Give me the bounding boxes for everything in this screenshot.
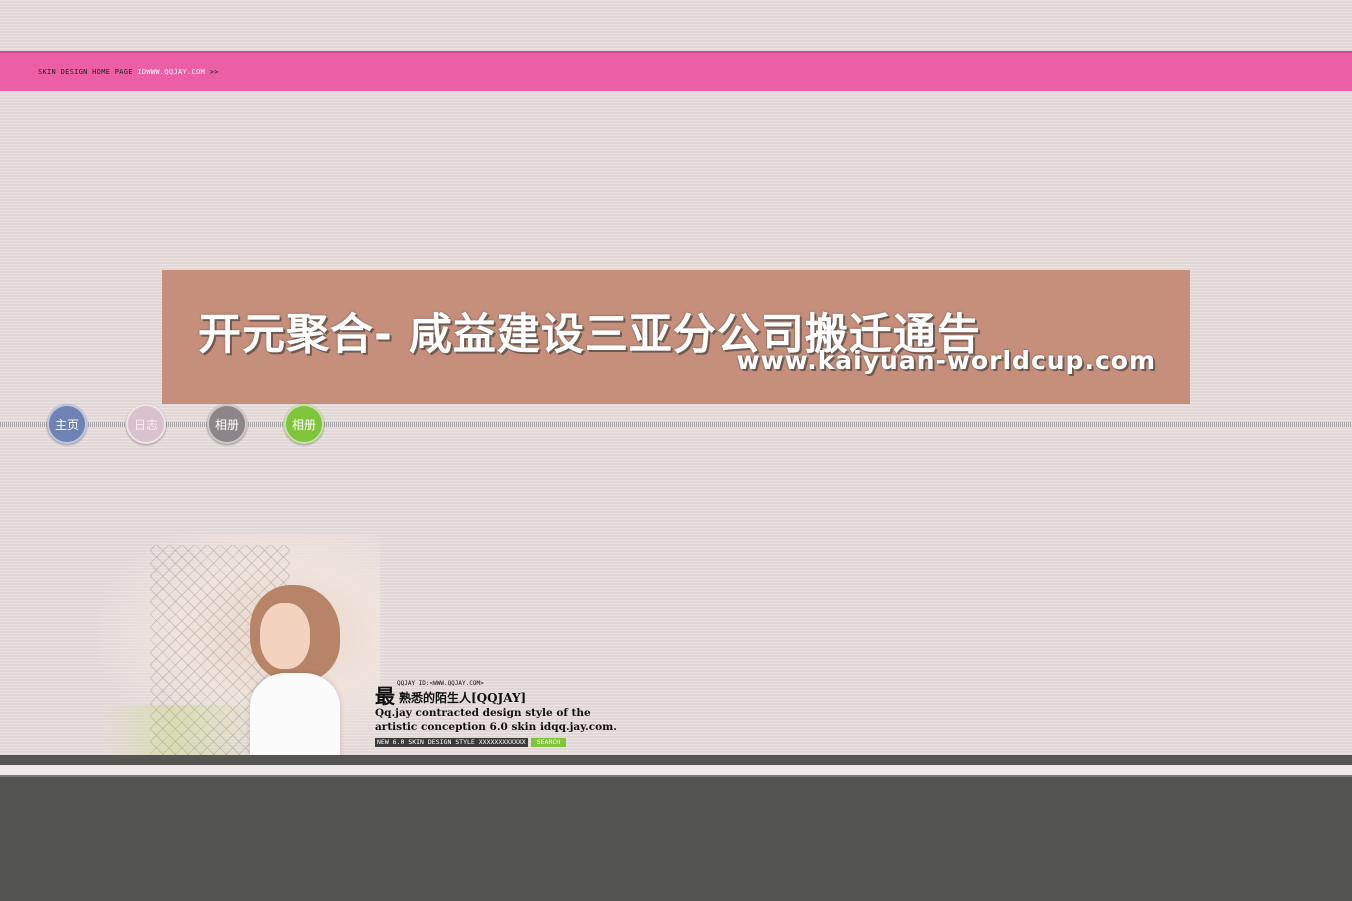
announcement-banner[interactable]: 开元聚合- 咸益建设三亚分公司搬迁通告 www.kaiyuan-worldcup… bbox=[162, 270, 1190, 404]
site-link[interactable]: IDWWW.QQJAY.COM bbox=[137, 68, 205, 76]
nav-home-button[interactable]: 主页 bbox=[47, 404, 87, 444]
signature-bar: NEW 6.0 SKIN DESIGN STYLE xxxxxxxxxxxx S… bbox=[375, 738, 567, 747]
signature-name: 熟悉的陌生人[QQJAY] bbox=[399, 691, 527, 705]
nav-blog-button[interactable]: 日志 bbox=[126, 404, 166, 444]
signature-block: 最QQJAY ID:<WWW.QQJAY.COM> 熟悉的陌生人[QQJAY] … bbox=[375, 680, 635, 747]
footer-top-strip bbox=[0, 755, 1352, 765]
photo-face bbox=[260, 603, 310, 669]
signature-big-char: 最 bbox=[375, 684, 395, 708]
footer bbox=[0, 775, 1352, 901]
signature-description: Qq.jay contracted design style of the ar… bbox=[375, 707, 617, 733]
skin-design-label: SKIN DESIGN HOME PAGE bbox=[38, 68, 133, 76]
search-button[interactable]: SEARCH bbox=[530, 738, 567, 747]
nav-album-button-2[interactable]: 相册 bbox=[284, 404, 324, 444]
skin-style-label: NEW 6.0 SKIN DESIGN STYLE xxxxxxxxxxxx bbox=[375, 738, 528, 747]
top-breadcrumb: SKIN DESIGN HOME PAGE IDWWW.QQJAY.COM >> bbox=[38, 68, 219, 76]
signature-id: QQJAY ID:<WWW.QQJAY.COM> bbox=[397, 680, 484, 687]
top-bar: SKIN DESIGN HOME PAGE IDWWW.QQJAY.COM >> bbox=[0, 51, 1352, 91]
photo-shirt bbox=[250, 673, 340, 755]
banner-url: www.kaiyuan-worldcup.com bbox=[736, 346, 1156, 375]
nav-divider-line bbox=[0, 422, 1352, 427]
footer-gap bbox=[0, 765, 1352, 775]
profile-photo bbox=[100, 535, 380, 755]
arrow-icon: >> bbox=[209, 68, 219, 76]
nav-album-button[interactable]: 相册 bbox=[207, 404, 247, 444]
